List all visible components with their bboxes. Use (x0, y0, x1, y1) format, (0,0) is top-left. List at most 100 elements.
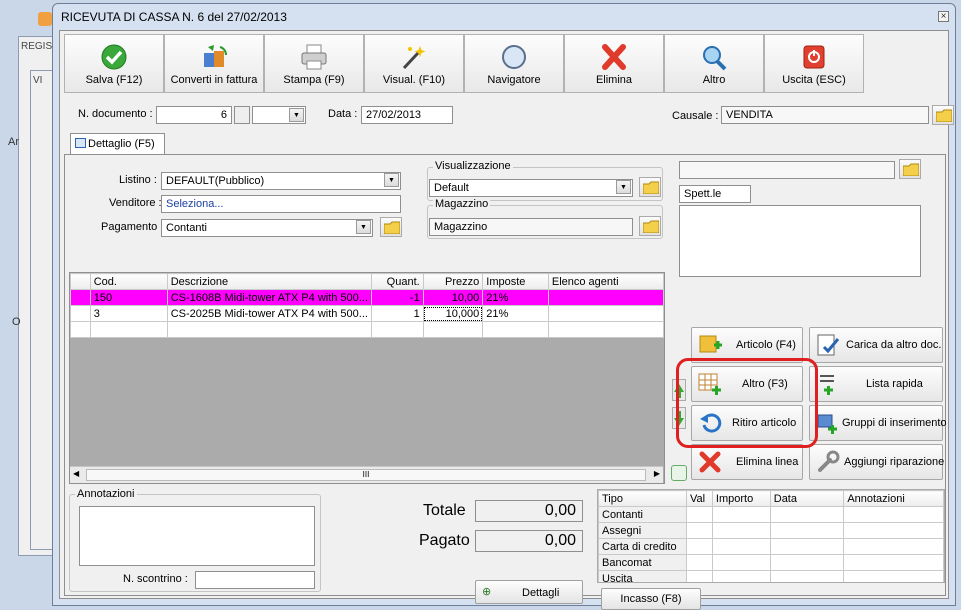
table-row[interactable]: Carta di credito (598, 538, 944, 555)
cell-cod[interactable] (89, 321, 168, 338)
refresh-icon[interactable] (671, 465, 687, 481)
cell[interactable] (769, 506, 845, 523)
add-repair-button[interactable]: Aggiungi riparazione (809, 444, 944, 480)
column-header[interactable]: Prezzo (422, 273, 484, 290)
cell-tax[interactable] (482, 321, 549, 338)
chevron-down-icon[interactable]: ▼ (356, 220, 371, 234)
cell[interactable] (711, 554, 771, 571)
cell-price[interactable] (422, 321, 484, 338)
cell[interactable] (843, 522, 944, 539)
pagamento-browse-button[interactable] (380, 217, 402, 237)
cell[interactable] (769, 570, 845, 582)
cliente-title-field[interactable]: Spett.le (679, 185, 751, 203)
cell-qty[interactable]: 1 (370, 305, 424, 322)
doc-number-field[interactable]: 6 (156, 106, 232, 124)
cell-desc[interactable]: CS-1608B Midi-tower ATX P4 with 500... (166, 289, 372, 306)
column-header[interactable]: Elenco agenti (547, 273, 665, 290)
cell-tax[interactable]: 21% (482, 305, 549, 322)
annotations-textarea[interactable] (79, 506, 315, 566)
column-header[interactable]: Quant. (370, 273, 424, 290)
cell[interactable] (711, 570, 771, 582)
cell-desc[interactable] (166, 321, 372, 338)
scroll-thumb[interactable]: III (86, 469, 646, 481)
cell[interactable] (843, 570, 944, 582)
causale-field[interactable]: VENDITA (721, 106, 929, 124)
table-row[interactable]: Uscita (598, 570, 944, 582)
row-selector[interactable] (70, 305, 91, 322)
table-row[interactable]: Assegni (598, 522, 944, 539)
cell-tax[interactable]: 21% (482, 289, 549, 306)
row-selector[interactable] (70, 321, 91, 338)
cell[interactable] (685, 554, 713, 571)
column-header[interactable]: Data (769, 490, 845, 507)
row-selector[interactable] (70, 289, 91, 306)
cell[interactable] (685, 538, 713, 555)
cell-agents[interactable] (547, 305, 665, 322)
cell-cod[interactable]: 150 (89, 289, 168, 306)
column-header[interactable]: Annotazioni (843, 490, 944, 507)
toolbar-navigator-button[interactable]: Navigatore (464, 34, 564, 93)
column-header[interactable]: Cod. (89, 273, 168, 290)
scontrino-field[interactable] (195, 571, 315, 589)
cliente-search-field[interactable] (679, 161, 895, 179)
cell[interactable] (711, 538, 771, 555)
column-header[interactable]: Importo (711, 490, 771, 507)
grid-horizontal-scrollbar[interactable]: ◀ III ▶ (70, 466, 663, 483)
load-from-doc-button[interactable]: Carica da altro doc. (809, 327, 943, 363)
column-header[interactable]: Val (685, 490, 713, 507)
cell[interactable] (711, 506, 771, 523)
cell[interactable] (769, 538, 845, 555)
scroll-right-arrow[interactable]: ▶ (654, 469, 660, 478)
column-header[interactable]: Tipo (598, 490, 687, 507)
column-header[interactable]: Descrizione (166, 273, 372, 290)
table-row[interactable]: Bancomat (598, 554, 944, 571)
toolbar-delete-button[interactable]: Elimina (564, 34, 664, 93)
venditore-field[interactable]: Seleziona... (161, 195, 401, 213)
toolbar-save-button[interactable]: Salva (F12) (64, 34, 164, 93)
toolbar-exit-button[interactable]: Uscita (ESC) (764, 34, 864, 93)
delete-line-button[interactable]: Elimina linea (691, 444, 803, 480)
toolbar-print-button[interactable]: Stampa (F9) (264, 34, 364, 93)
cell[interactable] (685, 506, 713, 523)
pagamento-dropdown[interactable]: Contanti (161, 219, 373, 237)
cell-price[interactable]: 10,000 (422, 305, 484, 322)
doc-series-dropdown[interactable]: ▼ (252, 106, 306, 124)
chevron-down-icon[interactable]: ▼ (384, 173, 399, 187)
date-field[interactable]: 27/02/2013 (361, 106, 453, 124)
tab-dettaglio[interactable]: Dettaglio (F5) (70, 133, 165, 155)
cell-qty[interactable]: -1 (370, 289, 424, 306)
table-row[interactable] (70, 321, 665, 338)
cliente-address-box[interactable] (679, 205, 921, 277)
quick-list-button[interactable]: Lista rapida (809, 366, 943, 402)
toolbar-other-button[interactable]: Altro (664, 34, 764, 93)
window-close-button[interactable]: × (938, 11, 949, 22)
causale-browse-button[interactable] (932, 105, 954, 125)
cell-agents[interactable] (547, 289, 665, 306)
visualizzazione-dropdown[interactable]: Default (429, 179, 633, 197)
doc-number-suffix-box[interactable] (234, 106, 250, 124)
cell-agents[interactable] (547, 321, 665, 338)
cell-desc[interactable]: CS-2025B Midi-tower ATX P4 with 500... (166, 305, 372, 322)
column-header[interactable]: Imposte (482, 273, 549, 290)
magazzino-browse-button[interactable] (639, 216, 661, 236)
cliente-browse-button[interactable] (899, 159, 921, 179)
cell-price[interactable]: 10,00 (422, 289, 484, 306)
table-row[interactable]: Contanti (598, 506, 944, 523)
details-button[interactable]: ⊕ Dettagli (475, 580, 583, 604)
cell[interactable] (685, 570, 713, 582)
cell[interactable] (769, 522, 845, 539)
table-row[interactable]: 150 CS-1608B Midi-tower ATX P4 with 500.… (70, 289, 665, 306)
table-row[interactable]: 3 CS-2025B Midi-tower ATX P4 with 500...… (70, 305, 665, 322)
cell[interactable] (843, 506, 944, 523)
scroll-left-arrow[interactable]: ◀ (73, 469, 79, 478)
visualizzazione-browse-button[interactable] (639, 177, 661, 197)
toolbar-convert-button[interactable]: Converti in fattura (164, 34, 264, 93)
cell[interactable] (843, 554, 944, 571)
cell-cod[interactable]: 3 (89, 305, 168, 322)
cell[interactable] (769, 554, 845, 571)
cell[interactable] (685, 522, 713, 539)
cell-qty[interactable] (370, 321, 424, 338)
listino-dropdown[interactable]: DEFAULT(Pubblico) (161, 172, 401, 190)
collect-payment-button[interactable]: Incasso (F8) (601, 588, 701, 610)
cell[interactable] (711, 522, 771, 539)
